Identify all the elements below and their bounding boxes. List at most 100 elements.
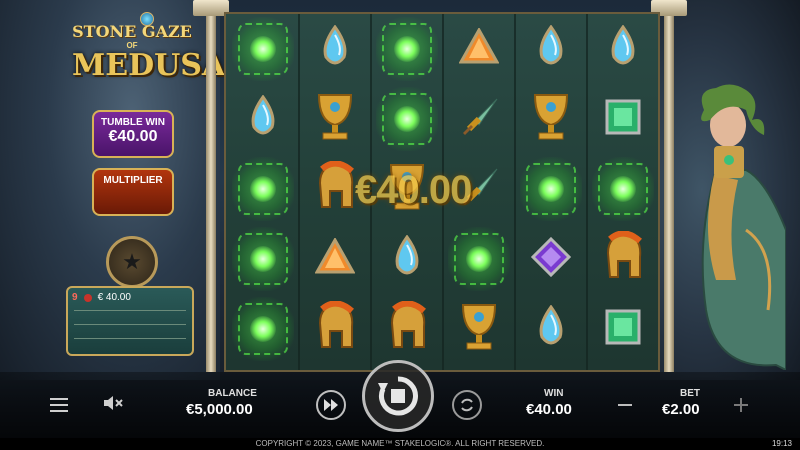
menu-icon bbox=[50, 398, 68, 412]
winning-symbol-cell bbox=[376, 87, 438, 151]
symbol-blue-gem bbox=[520, 297, 582, 361]
win-glow-icon bbox=[610, 176, 636, 202]
winning-symbol-cell bbox=[520, 157, 582, 221]
feature-star-button[interactable]: ★ bbox=[106, 236, 158, 288]
turbo-button[interactable] bbox=[316, 390, 346, 420]
gold-cup-icon bbox=[457, 301, 501, 358]
symbol-blue-gem bbox=[304, 17, 366, 81]
winning-symbol-cell bbox=[448, 227, 510, 291]
fast-forward-icon bbox=[324, 399, 338, 411]
win-glow-icon bbox=[394, 36, 420, 62]
logo-line1: STONE GAZE bbox=[72, 22, 192, 41]
tumble-win-label: TUMBLE WIN bbox=[101, 117, 165, 128]
win-glow-icon bbox=[394, 106, 420, 132]
blue-gem-icon bbox=[606, 23, 640, 74]
winning-symbol-cell bbox=[592, 157, 654, 221]
blue-gem-icon bbox=[534, 23, 568, 74]
right-pillar bbox=[664, 0, 674, 372]
helmet-icon bbox=[312, 160, 358, 218]
symbol-purple-gem bbox=[520, 227, 582, 291]
symbol-helmet bbox=[304, 297, 366, 361]
blue-gem-icon bbox=[318, 23, 352, 74]
win-glow-icon bbox=[250, 246, 276, 272]
win-amount-overlay: €40.00 bbox=[355, 168, 472, 212]
orange-gem-icon bbox=[458, 26, 500, 71]
multiplier-panel: MULTIPLIER bbox=[92, 168, 174, 216]
blue-gem-icon bbox=[246, 93, 280, 144]
symbol-blue-gem bbox=[520, 17, 582, 81]
gold-cup-icon bbox=[313, 91, 357, 148]
win-glow-icon bbox=[250, 36, 276, 62]
gold-cup-icon bbox=[529, 91, 573, 148]
balance-value: €5,000.00 bbox=[186, 401, 253, 418]
reel-divider bbox=[514, 14, 516, 370]
history-count: 9 bbox=[72, 292, 78, 303]
purple-gem-icon bbox=[530, 236, 572, 282]
autoplay-button[interactable] bbox=[452, 390, 482, 420]
symbol-blue-gem bbox=[592, 17, 654, 81]
spin-button[interactable] bbox=[362, 360, 434, 432]
symbol-helmet bbox=[376, 297, 438, 361]
win-glow-icon bbox=[250, 316, 276, 342]
winning-symbol-cell bbox=[376, 17, 438, 81]
bottom-hud: BALANCE €5,000.00 WIN €40.00 BET €2.00 bbox=[0, 360, 800, 438]
blue-gem-icon bbox=[534, 303, 568, 354]
bet-increase-button[interactable] bbox=[728, 392, 754, 418]
mute-button[interactable] bbox=[98, 388, 128, 418]
symbol-gold-cup bbox=[304, 87, 366, 151]
orange-gem-icon bbox=[314, 236, 356, 281]
reel-divider bbox=[586, 14, 588, 370]
green-gem-icon bbox=[604, 98, 642, 141]
bet-decrease-button[interactable] bbox=[612, 392, 638, 418]
symbol-gold-cup bbox=[520, 87, 582, 151]
helmet-icon bbox=[312, 300, 358, 358]
history-row-empty bbox=[74, 324, 186, 339]
bet-value: €2.00 bbox=[662, 401, 700, 418]
reel-divider bbox=[298, 14, 300, 370]
symbol-dagger bbox=[448, 87, 510, 151]
spin-refresh-icon bbox=[378, 376, 418, 416]
winning-symbol-cell bbox=[232, 17, 294, 81]
blue-gem-icon bbox=[390, 233, 424, 284]
menu-button[interactable] bbox=[44, 390, 74, 420]
history-entry: 9 € 40.00 bbox=[72, 292, 188, 303]
history-row-empty bbox=[74, 338, 186, 353]
speaker-muted-icon bbox=[104, 396, 123, 410]
win-label: WIN bbox=[544, 388, 564, 399]
history-amount: € 40.00 bbox=[97, 292, 131, 303]
win-glow-icon bbox=[466, 246, 492, 272]
helmet-icon bbox=[384, 300, 430, 358]
copyright-text: COPYRIGHT © 2023, GAME NAME™ STAKELOGIC®… bbox=[255, 439, 545, 448]
left-pillar bbox=[206, 0, 216, 372]
symbol-orange-gem bbox=[304, 227, 366, 291]
win-value: €40.00 bbox=[526, 401, 572, 418]
game-logo: STONE GAZE OF MEDUSA bbox=[72, 8, 226, 98]
tumble-win-panel: TUMBLE WIN €40.00 bbox=[92, 110, 174, 158]
symbol-green-gem bbox=[592, 87, 654, 151]
win-history-panel: 9 € 40.00 bbox=[66, 286, 194, 356]
bet-label: BET bbox=[680, 388, 700, 399]
clock: 19:13 bbox=[771, 439, 792, 448]
winning-symbol-cell bbox=[232, 157, 294, 221]
symbol-gold-cup bbox=[448, 297, 510, 361]
tumble-win-value: €40.00 bbox=[108, 128, 158, 145]
symbol-helmet bbox=[592, 227, 654, 291]
plus-icon bbox=[734, 398, 748, 412]
minus-icon bbox=[618, 404, 632, 406]
logo-gem-icon bbox=[140, 12, 154, 26]
autoplay-icon bbox=[461, 398, 473, 412]
green-gem-icon bbox=[604, 308, 642, 351]
symbol-orange-gem bbox=[448, 17, 510, 81]
helmet-icon bbox=[600, 230, 646, 288]
win-glow-icon bbox=[250, 176, 276, 202]
win-glow-icon bbox=[538, 176, 564, 202]
star-icon: ★ bbox=[122, 249, 142, 274]
medusa-character bbox=[701, 84, 786, 370]
balance-label: BALANCE bbox=[208, 388, 257, 399]
logo-main: MEDUSA bbox=[72, 48, 226, 83]
history-symbol-icon bbox=[83, 294, 92, 302]
symbol-blue-gem bbox=[232, 87, 294, 151]
history-row-empty bbox=[74, 310, 186, 325]
dagger-icon bbox=[457, 95, 501, 144]
symbol-green-gem bbox=[592, 297, 654, 361]
